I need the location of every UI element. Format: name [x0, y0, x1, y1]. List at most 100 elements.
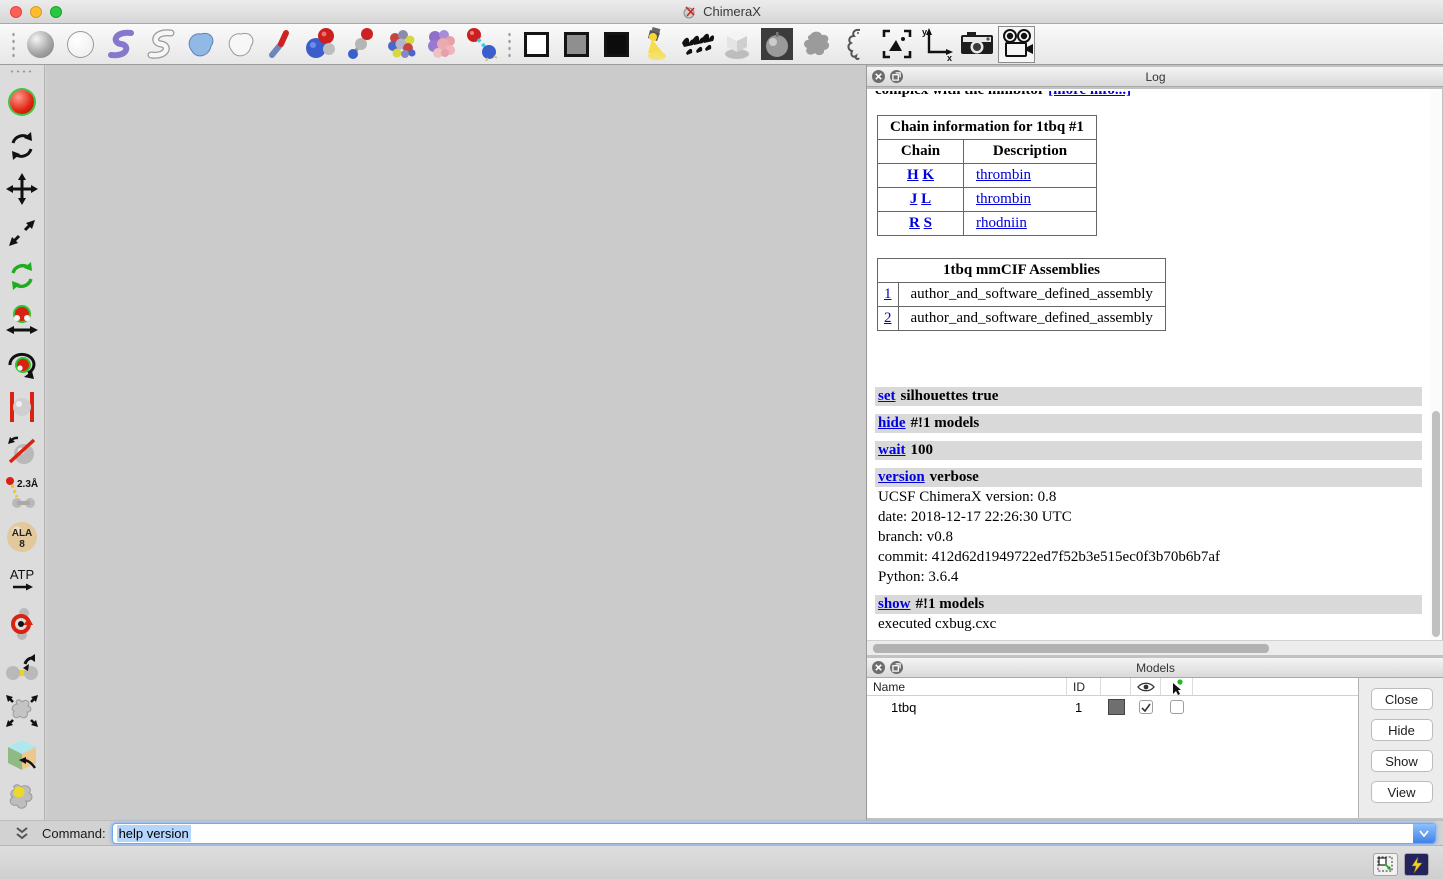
models-buttons: Close Hide Show View: [1359, 678, 1443, 818]
snapshot-icon[interactable]: [958, 26, 995, 63]
chain-info-table: Chain information for 1tbq #1 Chain Desc…: [877, 115, 1097, 236]
simple-lighting-icon[interactable]: [678, 26, 715, 63]
log-output-line: executed cxbug.cxc: [875, 614, 1422, 634]
record-movie-icon[interactable]: [998, 26, 1035, 63]
fast-mode-button[interactable]: [1404, 853, 1429, 876]
torsion-mode-icon[interactable]: [4, 607, 40, 642]
minimize-window-button[interactable]: [30, 6, 42, 18]
hide-surfaces-icon[interactable]: [222, 26, 259, 63]
resize-graphics-button[interactable]: [1373, 853, 1398, 876]
description-link[interactable]: thrombin: [976, 191, 1031, 207]
chain-link[interactable]: H: [907, 167, 919, 183]
rotate-mode-icon[interactable]: [4, 128, 40, 163]
log-close-icon[interactable]: [872, 70, 885, 83]
log-vertical-scrollbar[interactable]: [1430, 89, 1442, 640]
show-cartoons-icon[interactable]: [102, 26, 139, 63]
shadows-icon[interactable]: [798, 26, 835, 63]
soft-lighting-icon[interactable]: [718, 26, 755, 63]
color-by-heteroatom-icon[interactable]: [382, 26, 419, 63]
command-doc-link[interactable]: set: [878, 388, 896, 404]
sidebar-drag-handle[interactable]: [9, 69, 35, 76]
models-close-icon[interactable]: [872, 661, 885, 674]
chain-link[interactable]: R: [909, 215, 920, 231]
model-row-1tbq[interactable]: 1tbq 1: [867, 696, 1358, 718]
model-shown-checkbox[interactable]: [1139, 700, 1153, 714]
show-atoms-icon[interactable]: [22, 26, 59, 63]
label-residue-icon[interactable]: ALA 8: [4, 520, 40, 555]
chain-link[interactable]: K: [922, 167, 934, 183]
log-command-echo: versionverbose: [875, 468, 1422, 487]
description-col-header: Description: [964, 140, 1097, 164]
log-horizontal-scrollbar[interactable]: [867, 640, 1443, 655]
translate-selected-models-icon[interactable]: [4, 302, 40, 337]
orient-axes-icon[interactable]: y x: [918, 26, 955, 63]
hide-cartoons-icon[interactable]: [142, 26, 179, 63]
chain-link[interactable]: L: [921, 191, 931, 207]
model-name: 1tbq: [867, 700, 1067, 715]
translate-mode-icon[interactable]: [4, 172, 40, 207]
delete-bond-icon[interactable]: [4, 433, 40, 468]
more-info-link[interactable]: [more info...]: [1048, 91, 1131, 98]
log-panel: Log complex with the inhibitor [more inf…: [867, 67, 1443, 657]
hide-atoms-icon[interactable]: [62, 26, 99, 63]
clip-mode-icon[interactable]: [4, 737, 40, 772]
white-background-icon[interactable]: [518, 26, 555, 63]
toolbar-drag-handle[interactable]: [9, 29, 16, 59]
chain-link[interactable]: S: [924, 215, 932, 231]
close-window-button[interactable]: [10, 6, 22, 18]
pivot-mode-icon[interactable]: [4, 389, 40, 424]
bond-rotation-icon[interactable]: [4, 650, 40, 685]
command-doc-link[interactable]: hide: [878, 415, 906, 431]
stick-style-icon[interactable]: [262, 26, 299, 63]
zone-mode-icon[interactable]: [4, 781, 40, 816]
color-by-chain-icon[interactable]: [422, 26, 459, 63]
show-surfaces-icon[interactable]: [182, 26, 219, 63]
hide-model-button[interactable]: Hide: [1371, 719, 1433, 741]
name-column-header[interactable]: Name: [867, 678, 1067, 695]
rotate-model-icon[interactable]: [4, 346, 40, 381]
assembly-desc: author_and_software_defined_assembly: [898, 283, 1165, 307]
command-input[interactable]: help version: [112, 823, 1436, 844]
id-column-header[interactable]: ID: [1067, 678, 1101, 695]
command-doc-link[interactable]: version: [878, 469, 925, 485]
selected-column-header[interactable]: [1161, 678, 1193, 695]
command-doc-link[interactable]: wait: [878, 442, 906, 458]
default-lighting-icon[interactable]: [638, 26, 675, 63]
ball-and-stick-style-icon[interactable]: [342, 26, 379, 63]
silhouettes-icon[interactable]: [838, 26, 875, 63]
sphere-style-icon[interactable]: [302, 26, 339, 63]
label-atom-icon[interactable]: ATP: [4, 563, 40, 598]
assembly-link[interactable]: 1: [884, 286, 892, 302]
log-undock-icon[interactable]: [890, 70, 903, 83]
version-output-line: commit: 412d62d1949722ed7f52b3e515ec0f3b…: [875, 547, 1422, 567]
select-mode-icon[interactable]: [4, 85, 40, 120]
gray-background-icon[interactable]: [558, 26, 595, 63]
shown-column-header[interactable]: [1131, 678, 1161, 695]
full-lighting-icon[interactable]: [758, 26, 795, 63]
assembly-desc: author_and_software_defined_assembly: [898, 307, 1165, 331]
description-link[interactable]: thrombin: [976, 167, 1031, 183]
models-undock-icon[interactable]: [890, 661, 903, 674]
distance-mode-icon[interactable]: 2.3Å: [4, 476, 40, 511]
view-all-icon[interactable]: [878, 26, 915, 63]
show-model-button[interactable]: Show: [1371, 750, 1433, 772]
assembly-link[interactable]: 2: [884, 310, 892, 326]
chain-link[interactable]: J: [910, 191, 918, 207]
lightning-icon: [1410, 857, 1424, 873]
zoom-mode-icon[interactable]: [4, 215, 40, 250]
model-selected-checkbox[interactable]: [1170, 700, 1184, 714]
command-history-dropdown[interactable]: [1413, 824, 1435, 843]
zoom-window-button[interactable]: [50, 6, 62, 18]
toolbar-drag-handle-2[interactable]: [505, 29, 512, 59]
view-model-button[interactable]: View: [1371, 781, 1433, 803]
black-background-icon[interactable]: [598, 26, 635, 63]
graphics-viewport[interactable]: [46, 65, 866, 820]
model-color-swatch[interactable]: [1108, 699, 1125, 715]
close-model-button[interactable]: Close: [1371, 688, 1433, 710]
description-link[interactable]: rhodniin: [976, 215, 1027, 231]
command-doc-link[interactable]: show: [878, 596, 911, 612]
collapse-chevron-icon[interactable]: [15, 826, 29, 840]
rotate-selected-models-icon[interactable]: [4, 259, 40, 294]
move-surface-icon[interactable]: [4, 694, 40, 729]
show-hydrogen-bonds-icon[interactable]: [462, 26, 499, 63]
